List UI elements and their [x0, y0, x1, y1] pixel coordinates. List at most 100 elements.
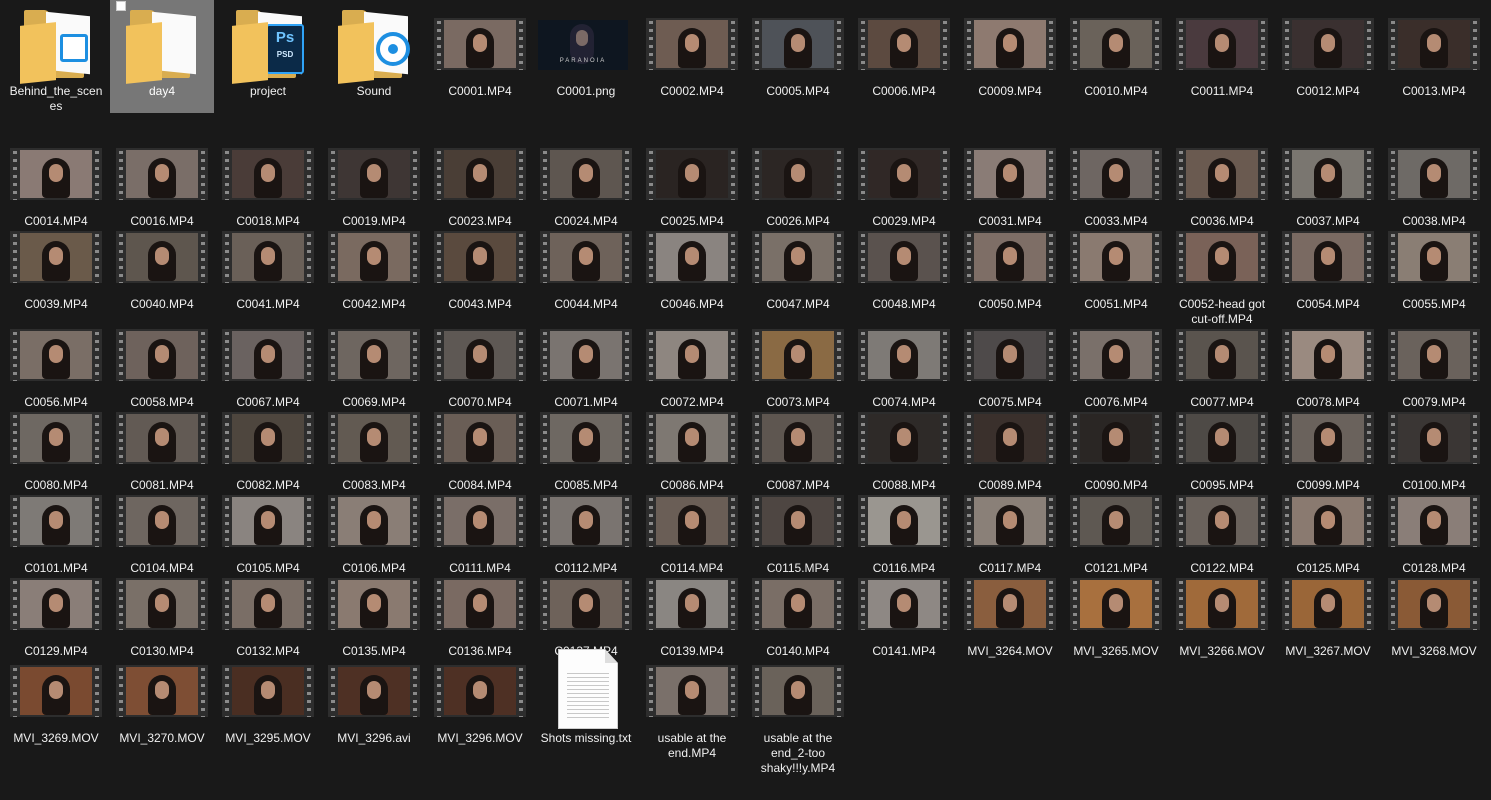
film-strip-icon — [964, 495, 1056, 547]
film-strip-icon — [646, 412, 738, 464]
file-item[interactable]: C0047.MP4 — [746, 213, 850, 312]
folder-item[interactable]: day4 — [110, 0, 214, 113]
file-item[interactable]: C0140.MP4 — [746, 560, 850, 659]
file-item[interactable]: C0048.MP4 — [852, 213, 956, 312]
film-strip-icon — [858, 578, 950, 630]
video-thumbnail — [534, 477, 638, 561]
file-item[interactable]: MVI_3296.MOV — [428, 647, 532, 746]
file-item[interactable]: C0055.MP4 — [1382, 213, 1486, 312]
file-name-label: C0048.MP4 — [872, 297, 936, 311]
video-thumbnail — [746, 0, 850, 84]
file-item[interactable]: MVI_3296.avi — [322, 647, 426, 746]
file-item[interactable]: C0009.MP4 — [958, 0, 1062, 99]
file-item[interactable]: C0040.MP4 — [110, 213, 214, 312]
file-item[interactable]: C0129.MP4 — [4, 560, 108, 659]
video-thumbnail — [1382, 0, 1486, 84]
file-item[interactable]: C0050.MP4 — [958, 213, 1062, 312]
file-item[interactable]: MVI_3266.MOV — [1170, 560, 1274, 659]
video-thumbnail — [216, 560, 320, 644]
video-thumbnail — [216, 477, 320, 561]
file-item[interactable]: C0005.MP4 — [746, 0, 850, 99]
film-strip-icon — [646, 148, 738, 200]
file-item[interactable]: C0051.MP4 — [1064, 213, 1168, 312]
file-name-label: MVI_3266.MOV — [1179, 644, 1265, 658]
video-thumbnail — [110, 560, 214, 644]
file-item[interactable]: MVI_3268.MOV — [1382, 560, 1486, 659]
film-strip-icon — [1282, 329, 1374, 381]
video-thumbnail — [1064, 311, 1168, 395]
file-name-label: C0001.MP4 — [448, 84, 512, 98]
film-strip-icon — [752, 495, 844, 547]
file-name-label: C0040.MP4 — [130, 297, 194, 311]
folder-item[interactable]: Sound — [322, 0, 426, 99]
file-item[interactable]: usable at the end.MP4 — [640, 647, 744, 761]
file-item[interactable]: C0137.MP4 — [534, 560, 638, 659]
file-item[interactable]: C0141.MP4 — [852, 560, 956, 659]
folder-item[interactable]: Ps PSD project — [216, 0, 320, 99]
film-strip-icon — [434, 578, 526, 630]
film-strip-icon — [1176, 495, 1268, 547]
file-item[interactable]: C0046.MP4 — [640, 213, 744, 312]
video-thumbnail — [4, 394, 108, 478]
file-item[interactable]: C0011.MP4 — [1170, 0, 1274, 99]
file-item[interactable]: C0130.MP4 — [110, 560, 214, 659]
file-name-label: MVI_3270.MOV — [119, 731, 205, 745]
film-strip-icon — [1070, 329, 1162, 381]
film-strip-icon — [646, 231, 738, 283]
film-strip-icon — [1176, 18, 1268, 70]
video-thumbnail — [428, 213, 532, 297]
file-item[interactable]: C0054.MP4 — [1276, 213, 1380, 312]
film-strip-icon — [116, 578, 208, 630]
file-item[interactable]: C0043.MP4 — [428, 213, 532, 312]
video-thumbnail — [322, 311, 426, 395]
file-item[interactable]: C0042.MP4 — [322, 213, 426, 312]
file-item[interactable]: PARANOIA C0001.png — [534, 0, 638, 99]
file-item[interactable]: C0139.MP4 — [640, 560, 744, 659]
film-strip-icon — [1388, 578, 1480, 630]
film-strip-icon — [10, 329, 102, 381]
file-item[interactable]: C0006.MP4 — [852, 0, 956, 99]
file-item[interactable]: C0041.MP4 — [216, 213, 320, 312]
file-item[interactable]: C0135.MP4 — [322, 560, 426, 659]
file-item[interactable]: C0012.MP4 — [1276, 0, 1380, 99]
video-thumbnail — [534, 560, 638, 644]
file-item[interactable]: MVI_3264.MOV — [958, 560, 1062, 659]
file-item[interactable]: C0013.MP4 — [1382, 0, 1486, 99]
video-thumbnail — [216, 311, 320, 395]
video-thumbnail — [1382, 311, 1486, 395]
video-thumbnail — [1064, 213, 1168, 297]
file-item[interactable]: MVI_3267.MOV — [1276, 560, 1380, 659]
file-item[interactable]: Shots missing.txt — [534, 647, 638, 746]
file-item[interactable]: C0136.MP4 — [428, 560, 532, 659]
film-strip-icon — [434, 148, 526, 200]
select-checkbox[interactable] — [116, 1, 126, 11]
file-item[interactable]: C0044.MP4 — [534, 213, 638, 312]
file-item[interactable]: C0001.MP4 — [428, 0, 532, 99]
file-item[interactable]: usable at the end_2-too shaky!!!y.MP4 — [746, 647, 850, 776]
film-strip-icon — [116, 148, 208, 200]
video-thumbnail — [640, 477, 744, 561]
file-name-label: C0041.MP4 — [236, 297, 300, 311]
file-item[interactable]: MVI_3270.MOV — [110, 647, 214, 746]
video-thumbnail — [4, 477, 108, 561]
file-item[interactable]: C0052-head got cut-off.MP4 — [1170, 213, 1274, 327]
file-item[interactable]: C0132.MP4 — [216, 560, 320, 659]
file-item[interactable]: C0039.MP4 — [4, 213, 108, 312]
file-item[interactable]: C0002.MP4 — [640, 0, 744, 99]
file-item[interactable]: MVI_3295.MOV — [216, 647, 320, 746]
file-name-label: C0013.MP4 — [1402, 84, 1466, 98]
film-strip-icon — [540, 578, 632, 630]
file-item[interactable]: MVI_3269.MOV — [4, 647, 108, 746]
file-item[interactable]: MVI_3265.MOV — [1064, 560, 1168, 659]
video-thumbnail — [322, 130, 426, 214]
file-name-label: C0141.MP4 — [872, 644, 936, 658]
file-name-label: MVI_3296.MOV — [437, 731, 523, 745]
folder-item[interactable]: Behind_the_scenes — [4, 0, 108, 114]
file-name-label: C0006.MP4 — [872, 84, 936, 98]
video-thumbnail — [640, 0, 744, 84]
film-strip-icon — [1176, 329, 1268, 381]
video-thumbnail — [428, 560, 532, 644]
film-strip-icon — [858, 18, 950, 70]
file-item[interactable]: C0010.MP4 — [1064, 0, 1168, 99]
video-thumbnail — [216, 394, 320, 478]
